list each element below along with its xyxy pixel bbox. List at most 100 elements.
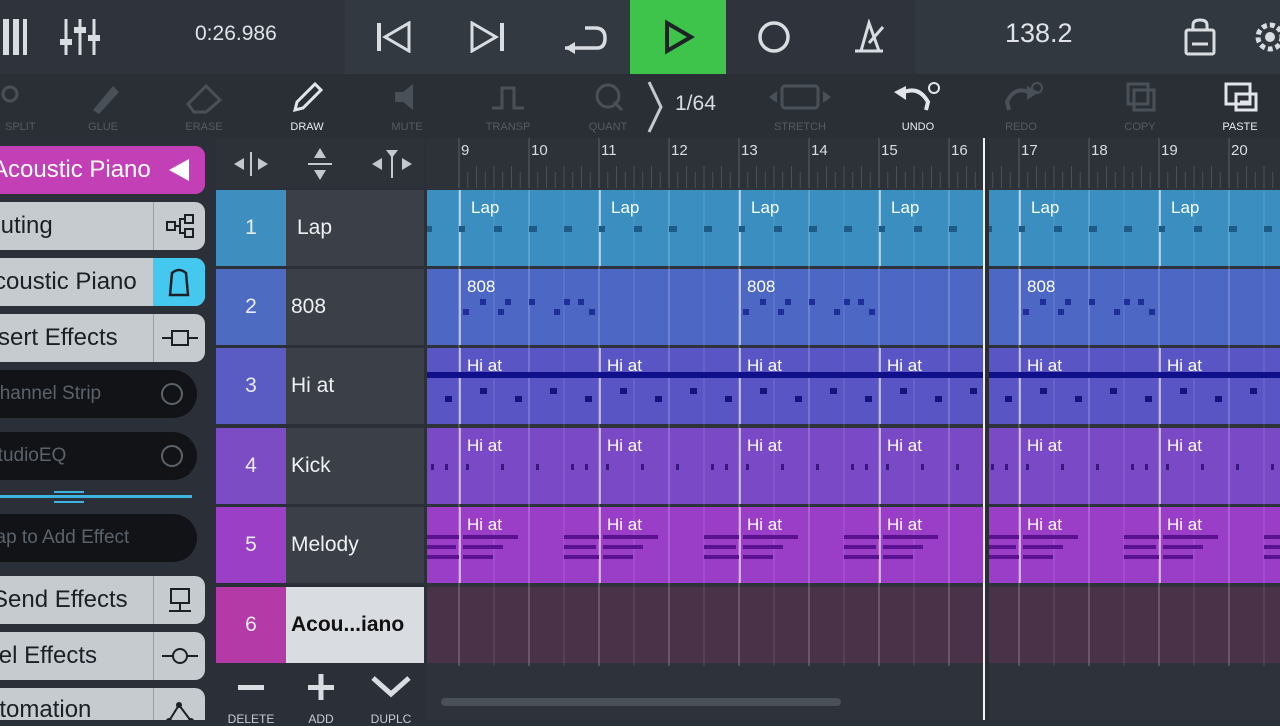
routing-item[interactable]: Routing [0,202,205,250]
paste-button[interactable]: PASTE [1195,74,1280,138]
redo-button[interactable]: REDO [976,74,1066,138]
midi-note [865,396,872,402]
track-number: 6 [216,587,286,663]
midi-note [1148,309,1155,315]
midi-note [742,535,798,539]
midi-note [1040,388,1047,394]
piano-bell-icon[interactable] [153,258,205,306]
inspector-panel: Acoustic Piano Routing Acoustic Piano In… [0,138,215,720]
fx-slot-channel-strip[interactable]: Channel Strip [0,370,197,418]
mixer-icon[interactable] [55,0,105,74]
midi-note [550,388,557,394]
redo-label: REDO [1005,121,1037,133]
track-header-1[interactable]: 1 Lap [216,190,424,266]
track-header-6-selected[interactable]: 6 Acou...iano [216,587,424,663]
midi-note [844,226,852,232]
drag-handle-icon[interactable] [52,490,86,503]
midi-note [704,535,739,539]
midi-note [1131,464,1134,470]
add-effect-slot[interactable]: Tap to Add Effect [0,514,197,562]
undo-button[interactable]: UNDO [873,74,963,138]
midi-note [1264,226,1272,232]
midi-note [1054,226,1062,232]
midi-note [833,309,840,315]
tempo-display[interactable]: 138.2 [1005,18,1073,49]
settings-gear-icon[interactable] [1250,0,1280,74]
grid-resolution[interactable]: 1/64 [675,92,716,116]
add-track-button[interactable]: ADD [291,672,351,726]
midi-note [564,299,570,305]
insert-effects-label: Insert Effects [0,324,118,351]
metronome-icon[interactable] [840,0,898,74]
midi-note [1113,309,1120,315]
clip-name: 808 [747,277,776,296]
midi-note [427,226,432,232]
routing-icon [153,202,205,250]
erase-tool[interactable]: ERASE [159,74,249,138]
quantize-tool[interactable]: QUANT [563,74,653,138]
edit-effect-icon[interactable] [161,445,183,467]
horizontal-scrollbar[interactable] [441,698,841,706]
clip-name: Hi at [1167,436,1202,455]
midi-note [760,388,767,394]
midi-note [886,464,889,470]
track-header-5[interactable]: 5 Melody [216,507,424,583]
track-name: 808 [291,295,327,318]
stretch-tool[interactable]: STRETCH [755,74,845,138]
track-header-3[interactable]: 3 Hi at [216,348,424,424]
split-tool[interactable]: SPLIT [0,74,45,138]
send-effects-item[interactable]: Send Effects [0,576,205,624]
follow-playhead-icon[interactable] [372,150,412,178]
insert-effects-item[interactable]: Insert Effects [0,314,205,362]
midi-note [494,226,502,232]
midi-note [1162,555,1193,559]
chevron-right-icon[interactable] [645,80,665,139]
midi-note [571,464,574,470]
track-header-2[interactable]: 2 808 [216,269,424,345]
loop-button[interactable] [555,0,615,74]
channel-effects-label: Channel Effects [0,642,97,669]
automation-item[interactable]: Automation [0,688,205,720]
midi-note [865,464,868,470]
arrangement-view[interactable]: 9 10 11 12 13 14 15 16 17 18 19 20 Lap La… [427,138,1280,720]
copy-button[interactable]: COPY [1095,74,1185,138]
erase-label: ERASE [185,121,223,133]
clip-name: Hi at [747,436,782,455]
midi-note [620,388,627,394]
instrument-item[interactable]: Acoustic Piano [0,258,205,306]
shop-bag-icon[interactable] [1175,0,1225,74]
collapse-triangle-icon[interactable] [153,146,205,194]
delete-track-button[interactable]: DELETE [221,672,281,726]
clip-boundary [1159,507,1161,583]
draw-tool[interactable]: DRAW [262,74,352,138]
channel-effects-item[interactable]: Channel Effects [0,632,205,680]
horizontal-zoom-icon[interactable] [234,152,268,176]
midi-note [1201,464,1204,470]
vertical-zoom-icon[interactable] [308,148,332,180]
clip-boundary [879,348,881,424]
midi-note [1229,226,1237,232]
midi-note [882,535,938,539]
glue-tool[interactable]: GLUE [58,74,148,138]
mute-tool[interactable]: MUTE [362,74,452,138]
clip-boundary [459,269,461,345]
midi-note [462,535,518,539]
rewind-button[interactable] [365,0,420,74]
midi-note [515,396,522,402]
fx-slot-studioeq[interactable]: StudioEQ [0,432,197,480]
instrument-title-header[interactable]: Acoustic Piano [0,146,205,194]
play-button[interactable] [630,0,726,74]
midi-note [984,535,1019,539]
midi-note [746,464,749,470]
transpose-tool[interactable]: TRANSP [463,74,553,138]
playhead[interactable] [983,138,985,720]
glue-icon [93,86,119,114]
track-header-4[interactable]: 4 Kick [216,428,424,504]
edit-effect-icon[interactable] [161,383,183,405]
insert-effects-icon [153,314,205,362]
duplicate-track-button[interactable]: DUPLC [361,672,421,726]
record-button[interactable] [745,0,803,74]
forward-button[interactable] [460,0,515,74]
keyboard-icon[interactable] [0,0,30,74]
midi-note [501,464,504,470]
